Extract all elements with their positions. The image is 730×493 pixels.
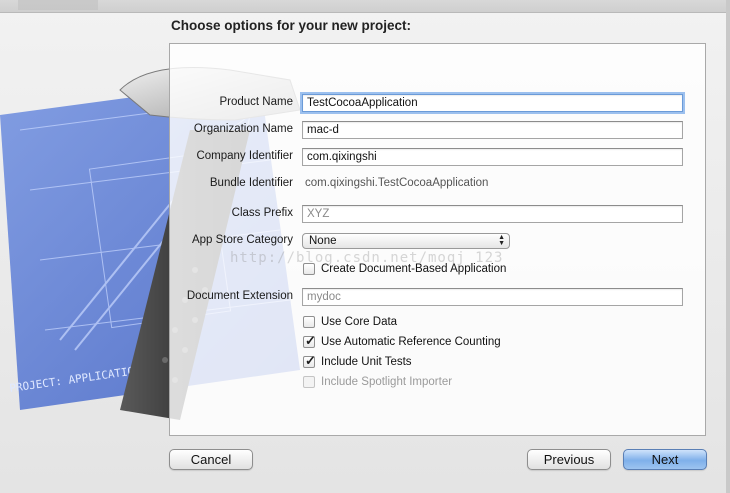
- include-spotlight-importer-checkbox: [303, 376, 315, 388]
- checkmark-icon: ✓: [305, 333, 316, 348]
- use-core-data-label: Use Core Data: [321, 316, 398, 328]
- title-bar-text-ghost: [18, 0, 98, 10]
- include-unit-tests-row[interactable]: ✓ Include Unit Tests: [303, 353, 412, 368]
- organization-name-field[interactable]: mac-d: [302, 121, 683, 139]
- document-based-checkbox-row[interactable]: Create Document-Based Application: [303, 263, 506, 275]
- app-store-category-value: None: [309, 235, 337, 247]
- include-unit-tests-checkbox[interactable]: ✓: [303, 353, 316, 368]
- product-name-field[interactable]: TestCocoaApplication: [302, 94, 683, 112]
- use-arc-checkbox[interactable]: ✓: [303, 333, 316, 348]
- bundle-identifier-label: Bundle Identifier: [209, 177, 293, 189]
- document-extension-field[interactable]: mydoc: [302, 288, 683, 306]
- bundle-identifier-value: com.qixingshi.TestCocoaApplication: [305, 177, 489, 189]
- document-extension-label: Document Extension: [186, 290, 293, 302]
- next-button[interactable]: Next: [623, 449, 707, 470]
- document-based-label: Create Document-Based Application: [321, 263, 507, 275]
- include-spotlight-importer-label: Include Spotlight Importer: [321, 376, 453, 388]
- include-unit-tests-label: Include Unit Tests: [321, 356, 412, 368]
- app-store-category-label: App Store Category: [191, 234, 293, 246]
- title-bar: [0, 0, 730, 13]
- use-core-data-checkbox[interactable]: [303, 316, 315, 328]
- use-arc-row[interactable]: ✓ Use Automatic Reference Counting: [303, 333, 501, 348]
- page-title: Choose options for your new project:: [171, 18, 412, 33]
- popup-arrows-icon: ▲ ▼: [498, 234, 505, 247]
- class-prefix-field[interactable]: XYZ: [302, 205, 683, 223]
- organization-name-label: Organization Name: [193, 123, 293, 135]
- app-store-category-popup[interactable]: None ▲ ▼: [302, 233, 510, 249]
- new-project-window: PROJECT: APPLICATION.APP Choose options …: [0, 0, 730, 493]
- checkmark-icon: ✓: [305, 353, 316, 368]
- product-name-label: Product Name: [219, 96, 293, 108]
- include-spotlight-importer-row: Include Spotlight Importer: [303, 376, 452, 388]
- company-identifier-label: Company Identifier: [196, 150, 293, 162]
- class-prefix-label: Class Prefix: [231, 207, 293, 219]
- use-core-data-row[interactable]: Use Core Data: [303, 316, 397, 328]
- window-right-edge: [726, 0, 730, 493]
- company-identifier-field[interactable]: com.qixingshi: [302, 148, 683, 166]
- document-based-checkbox[interactable]: [303, 263, 315, 275]
- previous-button[interactable]: Previous: [527, 449, 611, 470]
- cancel-button[interactable]: Cancel: [169, 449, 253, 470]
- use-arc-label: Use Automatic Reference Counting: [321, 336, 501, 348]
